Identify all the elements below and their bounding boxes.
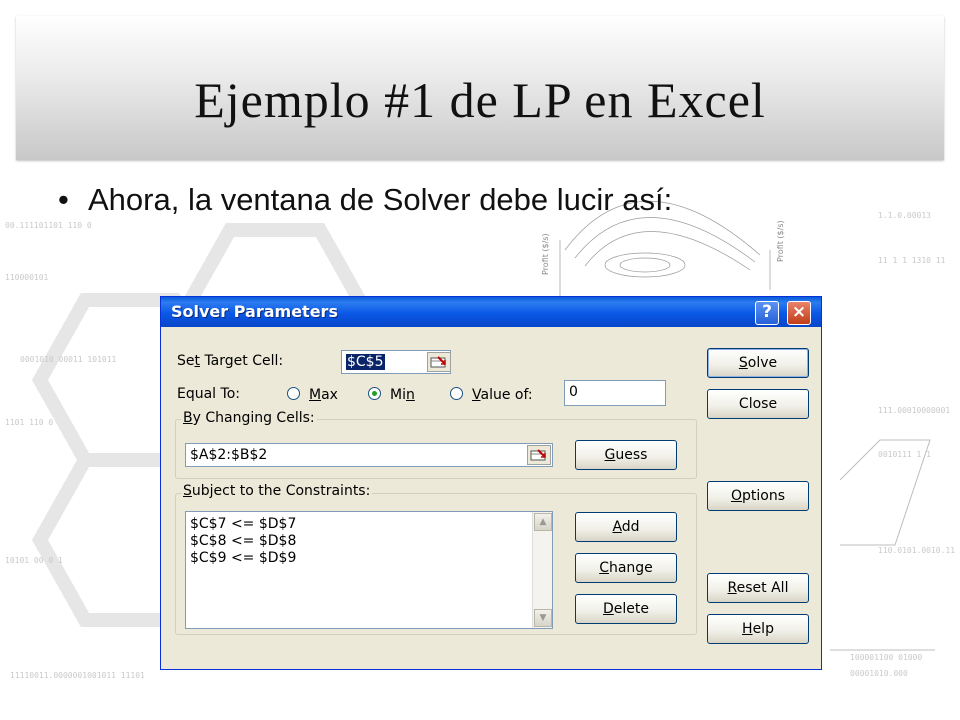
min-radio-label: Min bbox=[390, 387, 415, 403]
collapse-dialog-icon[interactable] bbox=[527, 445, 551, 465]
solve-button[interactable]: Solve bbox=[707, 348, 809, 378]
reset-all-button[interactable]: Reset All bbox=[707, 573, 809, 603]
constraints-scrollbar[interactable]: ▲ ▼ bbox=[532, 512, 552, 628]
svg-text:110.0101.0010.11: 110.0101.0010.11 bbox=[878, 546, 955, 555]
add-button[interactable]: Add bbox=[575, 512, 677, 542]
svg-text:110000101: 110000101 bbox=[5, 273, 49, 282]
options-button[interactable]: Options bbox=[707, 481, 809, 511]
svg-text:10101 00 0 1: 10101 00 0 1 bbox=[5, 556, 63, 565]
svg-text:1.1.0.00013: 1.1.0.00013 bbox=[878, 211, 931, 220]
scroll-up-icon[interactable]: ▲ bbox=[534, 513, 552, 531]
close-icon[interactable]: × bbox=[787, 301, 811, 325]
changing-cells-title: By Changing Cells: bbox=[181, 410, 317, 426]
changing-cells-input[interactable]: $A$2:$B$2 bbox=[185, 443, 553, 467]
constraints-title: Subject to the Constraints: bbox=[181, 483, 373, 499]
equal-to-label: Equal To: bbox=[177, 386, 240, 402]
svg-text:111.00010000001: 111.00010000001 bbox=[878, 406, 950, 415]
value-of-input[interactable]: 0 bbox=[564, 380, 666, 406]
collapse-dialog-icon[interactable] bbox=[427, 352, 451, 372]
svg-text:0001010 00011 101011: 0001010 00011 101011 bbox=[20, 355, 117, 364]
constraint-item[interactable]: $C$9 <= $D$9 bbox=[190, 550, 296, 567]
delete-button[interactable]: Delete bbox=[575, 594, 677, 624]
slide-title: Ejemplo #1 de LP en Excel bbox=[194, 72, 766, 128]
help-icon[interactable]: ? bbox=[755, 301, 779, 325]
scroll-down-icon[interactable]: ▼ bbox=[534, 609, 552, 627]
svg-text:00.111101101 110 0: 00.111101101 110 0 bbox=[5, 221, 92, 230]
svg-text:Profit ($/s): Profit ($/s) bbox=[541, 233, 550, 275]
help-button[interactable]: Help bbox=[707, 614, 809, 644]
guess-button[interactable]: Guess bbox=[575, 440, 677, 470]
dialog-titlebar[interactable]: Solver Parameters ? × bbox=[161, 297, 821, 327]
constraint-item[interactable]: $C$7 <= $D$7 bbox=[190, 516, 296, 533]
close-button[interactable]: Close bbox=[707, 389, 809, 419]
svg-text:1101 110 0: 1101 110 0 bbox=[5, 418, 53, 427]
dialog-title: Solver Parameters bbox=[171, 302, 338, 321]
set-target-cell-label: Set Target Cell: bbox=[177, 353, 284, 369]
constraint-item[interactable]: $C$8 <= $D$8 bbox=[190, 533, 296, 550]
solver-parameters-dialog: Solver Parameters ? × Set Target Cell: $… bbox=[160, 296, 822, 670]
svg-text:Profit ($/s): Profit ($/s) bbox=[776, 220, 785, 262]
min-radio[interactable] bbox=[368, 387, 381, 400]
bullet-item: • Ahora, la ventana de Solver debe lucir … bbox=[58, 180, 672, 220]
max-radio[interactable] bbox=[287, 387, 300, 400]
max-radio-label: Max bbox=[309, 387, 338, 403]
bullet-text: Ahora, la ventana de Solver debe lucir a… bbox=[88, 182, 673, 217]
change-button[interactable]: Change bbox=[575, 553, 677, 583]
constraints-listbox[interactable]: $C$7 <= $D$7 $C$8 <= $D$8 $C$9 <= $D$9 ▲… bbox=[185, 511, 553, 629]
svg-text:0010111 1 1: 0010111 1 1 bbox=[878, 450, 931, 459]
svg-text:100001100 01000: 100001100 01000 bbox=[850, 653, 922, 662]
svg-text:00001010.000: 00001010.000 bbox=[850, 669, 908, 678]
svg-text:11110011.0000001001011 11101: 11110011.0000001001011 11101 bbox=[10, 671, 145, 680]
value-of-radio[interactable] bbox=[450, 387, 463, 400]
bullet-dot: • bbox=[58, 182, 69, 217]
value-of-radio-label: Value of: bbox=[472, 387, 533, 403]
svg-text:11 1 1 1310 11: 11 1 1 1310 11 bbox=[878, 256, 946, 265]
target-cell-value: $C$5 bbox=[346, 354, 385, 370]
title-band: Ejemplo #1 de LP en Excel bbox=[16, 16, 944, 160]
